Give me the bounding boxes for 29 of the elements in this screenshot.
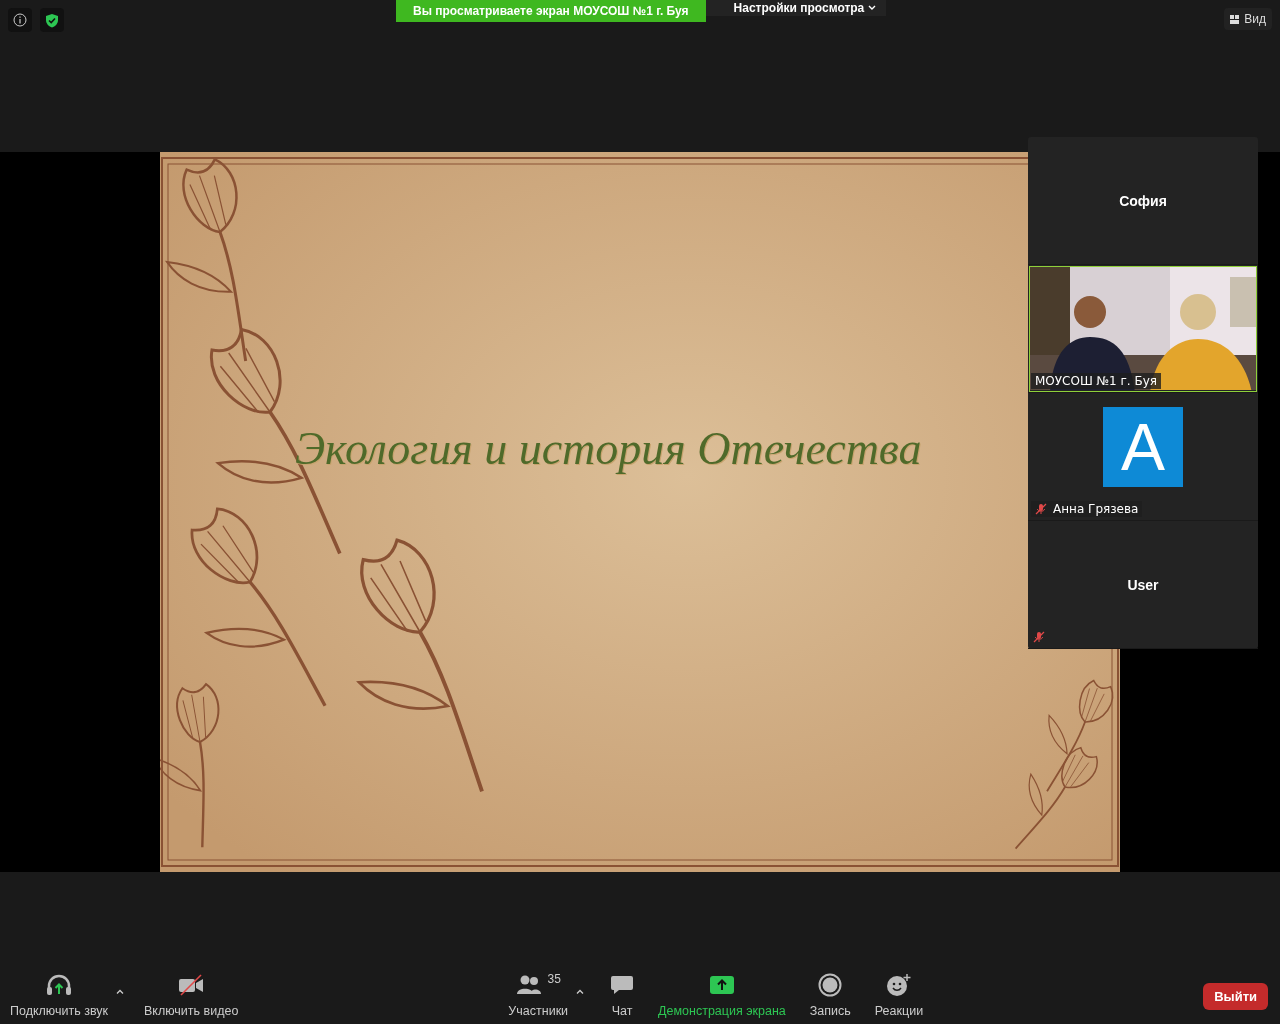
toolbar-button[interactable]: Демонстрация экрана (656, 972, 788, 1018)
participant-name: Анна Грязева (1053, 502, 1139, 516)
smiley-icon (885, 973, 912, 997)
record-icon (818, 973, 843, 997)
leave-button[interactable]: Выйти (1203, 983, 1268, 1010)
slide-title: Экология и история Отечества (295, 422, 922, 475)
share-screen-icon (708, 975, 735, 995)
participant-name: МОУСОШ №1 г. Буя (1031, 373, 1161, 389)
chevron-icon (868, 5, 877, 11)
shield-icon[interactable] (40, 8, 64, 32)
toolbar-button[interactable]: Включить видео (142, 972, 241, 1018)
toolbar-button[interactable]: 35 Участники (506, 972, 571, 1018)
video-off-icon (178, 974, 205, 996)
people-icon (515, 974, 542, 996)
participant-name: User (1127, 576, 1159, 593)
grid-icon (1230, 14, 1241, 24)
chat-icon (610, 974, 635, 996)
toolbar-button[interactable]: Реакции (872, 972, 926, 1018)
participant-count: 35 (547, 972, 561, 986)
participant-name: София (1119, 192, 1167, 209)
info-icon[interactable] (13, 13, 27, 27)
view-options-button[interactable]: Настройки просмотра (705, 0, 887, 16)
avatar-tile: A (1103, 406, 1183, 487)
headphones-icon (46, 974, 72, 996)
view-button[interactable]: Вид (1224, 8, 1272, 30)
toolbar-button[interactable]: Подключить звук (8, 972, 110, 1018)
toolbar-button[interactable]: Запись (807, 972, 853, 1018)
sharing-banner: Вы просматриваете экран МОУСОШ №1 г. Буя (396, 0, 706, 22)
toolbar-button[interactable]: Чат (608, 972, 637, 1018)
